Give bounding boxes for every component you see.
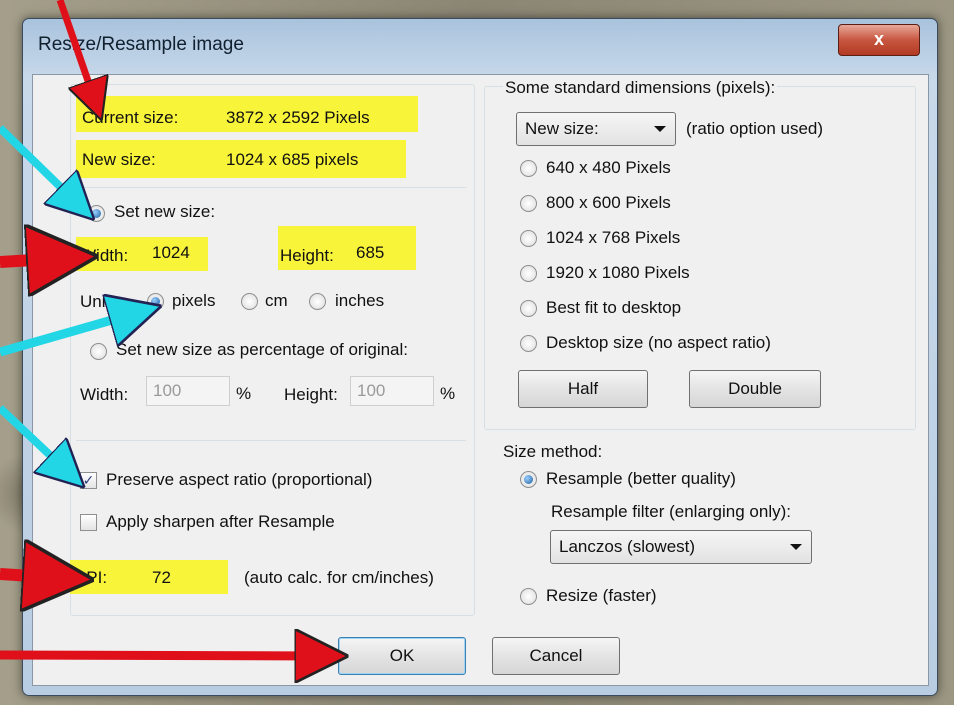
dropdown-arrow-icon: [790, 544, 802, 550]
option-1024-label: 1024 x 768 Pixels: [546, 228, 681, 247]
sharpen-label: Apply sharpen after Resample: [106, 512, 335, 531]
current-size-value: 3872 x 2592 Pixels: [226, 108, 370, 127]
dpi-hint: (auto calc. for cm/inches): [244, 568, 434, 587]
width-label: Width:: [80, 246, 129, 265]
preserve-aspect-checkbox[interactable]: ✓: [80, 472, 97, 489]
unit-cm-label: cm: [265, 291, 288, 310]
unit-inches-label: inches: [335, 291, 385, 310]
standard-dimensions-title: Some standard dimensions (pixels):: [503, 78, 778, 98]
resample-radio[interactable]: [520, 471, 537, 488]
ok-button[interactable]: OK: [338, 637, 466, 675]
option-800-radio[interactable]: [520, 195, 537, 212]
option-desktop-size-radio[interactable]: [520, 335, 537, 352]
height-input[interactable]: 685: [356, 243, 384, 263]
resample-label: Resample (better quality): [546, 469, 736, 488]
width-input[interactable]: 1024: [152, 243, 190, 263]
close-button[interactable]: x: [838, 24, 920, 56]
pct-width-sign: %: [236, 384, 252, 403]
set-new-size-label: Set new size:: [114, 202, 216, 221]
option-desktop-size-label: Desktop size (no aspect ratio): [546, 333, 771, 352]
ratio-label: (ratio option used): [686, 119, 824, 138]
new-size-value: 1024 x 685 pixels: [226, 150, 359, 169]
option-1920-radio[interactable]: [520, 265, 537, 282]
filter-select-value: Lanczos (slowest): [559, 537, 696, 556]
new-size-select[interactable]: New size:: [516, 112, 676, 146]
filter-label: Resample filter (enlarging only):: [551, 502, 791, 521]
new-size-label: New size:: [82, 150, 156, 169]
height-label: Height:: [280, 246, 334, 265]
resize-radio[interactable]: [520, 588, 537, 605]
pct-height-input[interactable]: 100: [350, 376, 434, 406]
unit-pixels-label: pixels: [172, 291, 216, 310]
option-1920-label: 1920 x 1080 Pixels: [546, 263, 690, 282]
pct-width-label: Width:: [80, 385, 129, 404]
filter-select[interactable]: Lanczos (slowest): [550, 530, 812, 564]
double-button[interactable]: Double: [689, 370, 821, 408]
sharpen-checkbox[interactable]: [80, 514, 97, 531]
new-size-select-value: New size:: [525, 119, 599, 138]
current-size-label: Current size:: [82, 108, 179, 127]
dropdown-arrow-icon: [654, 126, 666, 132]
close-icon: x: [873, 29, 884, 49]
units-label: Units:: [80, 292, 124, 311]
pct-height-label: Height:: [284, 385, 338, 404]
option-1024-radio[interactable]: [520, 230, 537, 247]
cancel-button[interactable]: Cancel: [492, 637, 620, 675]
percent-label: Set new size as percentage of original:: [116, 340, 409, 359]
option-800-label: 800 x 600 Pixels: [546, 193, 671, 212]
checkmark-icon: ✓: [82, 472, 95, 488]
option-640-label: 640 x 480 Pixels: [546, 158, 671, 177]
dpi-label: DPI:: [74, 568, 108, 587]
set-new-size-radio[interactable]: [88, 205, 105, 222]
pct-height-sign: %: [440, 384, 456, 403]
separator: [76, 440, 466, 441]
preserve-aspect-label: Preserve aspect ratio (proportional): [106, 470, 373, 489]
option-640-radio[interactable]: [520, 160, 537, 177]
half-button[interactable]: Half: [518, 370, 648, 408]
resize-label: Resize (faster): [546, 586, 657, 605]
option-best-fit-radio[interactable]: [520, 300, 537, 317]
size-method-title: Size method:: [503, 442, 603, 461]
unit-inches-radio[interactable]: [309, 293, 326, 310]
option-best-fit-label: Best fit to desktop: [546, 298, 682, 317]
percent-radio[interactable]: [90, 343, 107, 360]
pct-width-input[interactable]: 100: [146, 376, 230, 406]
separator: [76, 187, 466, 188]
dialog-title: Resize/Resample image: [38, 34, 244, 55]
unit-cm-radio[interactable]: [241, 293, 258, 310]
dpi-input[interactable]: 72: [152, 568, 171, 588]
unit-pixels-radio[interactable]: [147, 293, 164, 310]
